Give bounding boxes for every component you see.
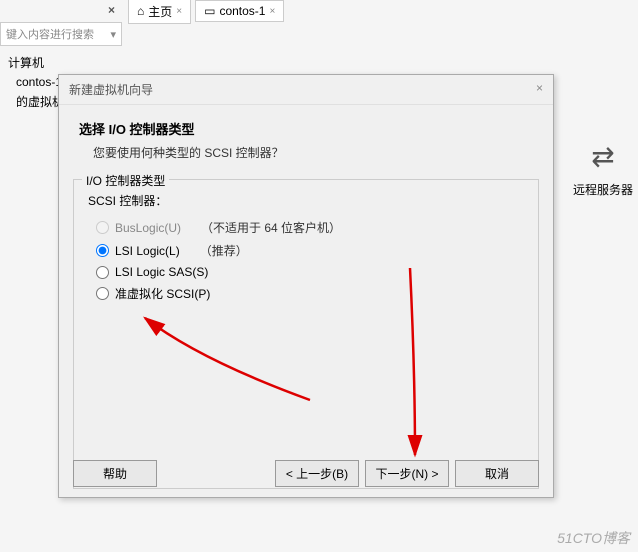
dialog-buttons: 帮助 < 上一步(B) 下一步(N) > 取消 bbox=[59, 460, 553, 487]
radio-paravirt-input[interactable] bbox=[96, 287, 109, 300]
tab-bar: ⌂ 主页 × ▭ contos-1 × bbox=[128, 0, 288, 22]
dialog-subheading: 您要使用何种类型的 SCSI 控制器？ bbox=[79, 144, 533, 161]
close-icon[interactable]: × bbox=[176, 6, 182, 17]
remote-server-tile[interactable]: ⇄ 远程服务器 bbox=[573, 140, 633, 198]
radio-lsi-hint: （推荐） bbox=[200, 242, 248, 259]
dialog-heading: 选择 I/O 控制器类型 bbox=[79, 119, 533, 138]
radio-buslogic-hint: （不适用于 64 位客户机） bbox=[201, 219, 341, 236]
dialog-header: 选择 I/O 控制器类型 您要使用何种类型的 SCSI 控制器？ bbox=[59, 105, 553, 171]
close-icon[interactable]: × bbox=[269, 6, 275, 17]
tab-home[interactable]: ⌂ 主页 × bbox=[128, 0, 191, 24]
remote-server-label: 远程服务器 bbox=[573, 183, 633, 197]
scsi-label: SCSI 控制器： bbox=[88, 192, 524, 209]
search-placeholder: 键入内容进行搜索 bbox=[6, 26, 94, 42]
tab-home-label: 主页 bbox=[148, 3, 172, 20]
radio-lsi[interactable]: LSI Logic(L) （推荐） bbox=[96, 242, 524, 259]
radio-buslogic: BusLogic(U) （不适用于 64 位客户机） bbox=[96, 219, 524, 236]
dialog-close-button[interactable]: × bbox=[536, 81, 543, 98]
dialog-title-text: 新建虚拟机向导 bbox=[69, 81, 153, 98]
radio-paravirt[interactable]: 准虚拟化 SCSI(P) bbox=[96, 285, 524, 302]
io-controller-group: I/O 控制器类型 SCSI 控制器： BusLogic(U) （不适用于 64… bbox=[73, 179, 539, 489]
radio-lsi-input[interactable] bbox=[96, 244, 109, 257]
new-vm-wizard-dialog: 新建虚拟机向导 × 选择 I/O 控制器类型 您要使用何种类型的 SCSI 控制… bbox=[58, 74, 554, 498]
radio-buslogic-input bbox=[96, 221, 109, 234]
help-button[interactable]: 帮助 bbox=[73, 460, 157, 487]
tab-file-label: contos-1 bbox=[219, 4, 265, 18]
radio-lsisas-label: LSI Logic SAS(S) bbox=[115, 265, 208, 279]
radio-lsi-label: LSI Logic(L) bbox=[115, 244, 180, 258]
cancel-button[interactable]: 取消 bbox=[455, 460, 539, 487]
radio-paravirt-label: 准虚拟化 SCSI(P) bbox=[115, 285, 210, 302]
radio-buslogic-label: BusLogic(U) bbox=[115, 221, 181, 235]
radio-lsisas-input[interactable] bbox=[96, 266, 109, 279]
next-button[interactable]: 下一步(N) > bbox=[365, 460, 449, 487]
tab-file[interactable]: ▭ contos-1 × bbox=[195, 0, 284, 22]
watermark: 51CTO博客 bbox=[557, 528, 630, 548]
home-icon: ⌂ bbox=[137, 4, 144, 18]
document-icon: ▭ bbox=[204, 4, 215, 18]
group-title: I/O 控制器类型 bbox=[82, 172, 169, 189]
dropdown-icon: ▾ bbox=[110, 28, 116, 41]
tabbar-close-icon[interactable]: × bbox=[108, 3, 115, 17]
back-button[interactable]: < 上一步(B) bbox=[275, 460, 359, 487]
dialog-titlebar: 新建虚拟机向导 × bbox=[59, 75, 553, 105]
tree-root[interactable]: 计算机 bbox=[0, 52, 122, 73]
radio-lsisas[interactable]: LSI Logic SAS(S) bbox=[96, 265, 524, 279]
search-input[interactable]: 键入内容进行搜索 ▾ bbox=[0, 22, 122, 46]
transfer-icon: ⇄ bbox=[573, 140, 633, 173]
